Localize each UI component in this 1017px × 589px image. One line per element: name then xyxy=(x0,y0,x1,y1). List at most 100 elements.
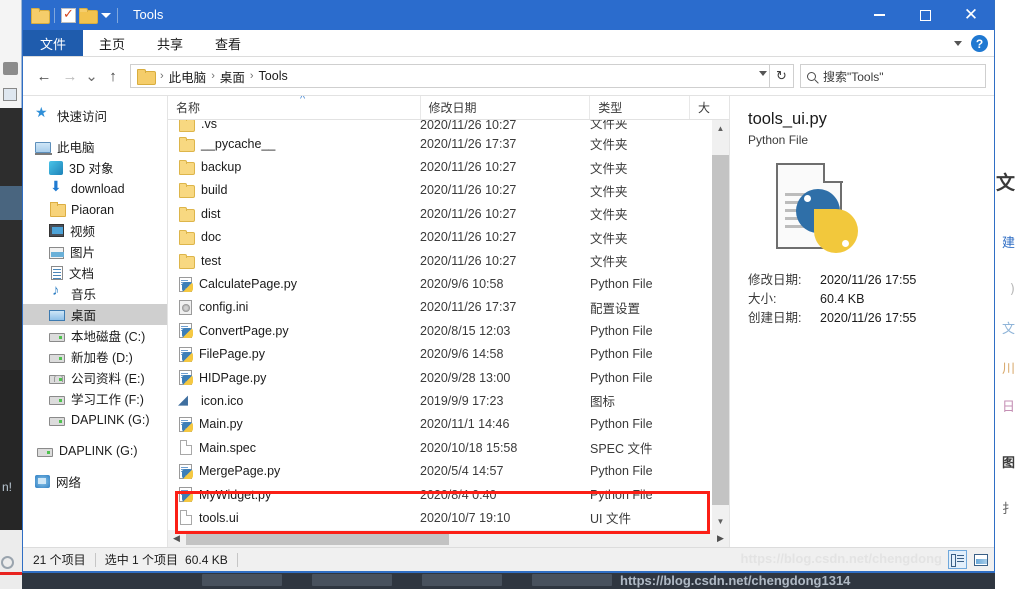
sidebar-item-volume-e[interactable]: 公司资料 (E:) xyxy=(23,367,167,388)
table-row[interactable]: CalculatePage.py 2020/9/6 10:58 Python F… xyxy=(168,272,712,295)
taskbar-item[interactable] xyxy=(532,574,612,586)
sidebar-item-pictures[interactable]: 图片 xyxy=(23,241,167,262)
file-name-cell: config.ini xyxy=(168,299,420,315)
file-name-cell: doc xyxy=(168,229,420,246)
details-label: 大小: xyxy=(748,292,777,306)
details-row-size: 大小: 60.4 KB xyxy=(748,290,994,309)
file-name: dist xyxy=(201,206,221,221)
sidebar-item-volume-d[interactable]: 新加卷 (D:) xyxy=(23,346,167,367)
scroll-up-button[interactable]: ▲ xyxy=(712,120,729,137)
file-name-cell: dist xyxy=(168,206,420,222)
table-row[interactable]: Main.spec 2020/10/18 15:58 SPEC 文件 xyxy=(168,436,712,459)
sidebar-item-label: DAPLINK (G:) xyxy=(71,412,150,427)
file-date-cell: 2020/11/26 10:27 xyxy=(420,230,517,245)
new-folder-icon[interactable] xyxy=(79,8,98,24)
file-type-cell: 图标 xyxy=(590,395,616,410)
table-row[interactable]: dist 2020/11/26 10:27 文件夹 xyxy=(168,202,712,225)
folder-icon[interactable] xyxy=(31,8,50,24)
vertical-scrollbar[interactable]: ▲ ▼ xyxy=(712,120,729,530)
chevron-down-icon[interactable] xyxy=(759,71,767,76)
address-bar[interactable]: › 此电脑 › 桌面 › Tools ↻ xyxy=(130,64,794,88)
table-row[interactable]: .vs 2020/11/26 10:27 文件夹 xyxy=(168,120,712,132)
table-row[interactable]: ConvertPage.py 2020/8/15 12:03 Python Fi… xyxy=(168,319,712,342)
breadcrumb-desktop[interactable]: 桌面 xyxy=(217,67,248,86)
search-box[interactable]: 搜索"Tools" xyxy=(800,64,986,88)
chevron-down-icon[interactable] xyxy=(954,41,962,46)
help-icon[interactable]: ? xyxy=(971,35,988,52)
horizontal-scrollbar[interactable]: ◀ ▶ xyxy=(168,530,729,547)
tab-view[interactable]: 查看 xyxy=(199,30,257,56)
table-row[interactable]: backup 2020/11/26 10:27 文件夹 xyxy=(168,155,712,178)
column-header-date-modified[interactable]: 修改日期 xyxy=(419,96,590,119)
forward-button[interactable]: → xyxy=(57,63,83,89)
sidebar-item-this-pc[interactable]: 此电脑 xyxy=(23,136,167,157)
table-row[interactable]: build 2020/11/26 10:27 文件夹 xyxy=(168,179,712,202)
file-name: CalculatePage.py xyxy=(199,277,297,292)
python-logo-yellow xyxy=(814,209,858,253)
table-row[interactable]: MyWidget.py 2020/8/4 0:40 Python File xyxy=(168,483,712,506)
column-label: 大 xyxy=(698,101,711,115)
sidebar-item-3d-objects[interactable]: 3D 对象 xyxy=(23,157,167,178)
column-header-size[interactable]: 大 xyxy=(689,96,729,119)
sidebar-item-local-disk-c[interactable]: 本地磁盘 (C:) xyxy=(23,325,167,346)
up-button[interactable]: ↑ xyxy=(100,63,126,89)
breadcrumb-tools[interactable]: Tools xyxy=(256,69,291,83)
tab-home[interactable]: 主页 xyxy=(83,30,141,56)
breadcrumb-this-pc[interactable]: 此电脑 xyxy=(166,67,210,86)
properties-icon[interactable] xyxy=(61,6,76,23)
sidebar-item-download[interactable]: download xyxy=(23,178,167,199)
sidebar-item-network[interactable]: 网络 xyxy=(23,471,167,492)
table-row[interactable]: config.ini 2020/11/26 17:37 配置设置 xyxy=(168,296,712,319)
sidebar-item-documents[interactable]: 文档 xyxy=(23,262,167,283)
table-row[interactable]: __pycache__ 2020/11/26 17:37 文件夹 xyxy=(168,132,712,155)
column-header-name[interactable]: 名称 ^ xyxy=(168,96,420,119)
file-type-cell: Python File xyxy=(590,417,653,432)
large-icons-view-button[interactable] xyxy=(971,550,990,569)
scroll-left-button[interactable]: ◀ xyxy=(168,533,185,544)
sidebar-item-videos[interactable]: 视频 xyxy=(23,220,167,241)
file-name: test xyxy=(201,253,222,268)
sidebar-item-desktop[interactable]: 桌面 xyxy=(23,304,167,325)
table-row[interactable]: Main.py 2020/11/1 14:46 Python File xyxy=(168,413,712,436)
table-row[interactable]: MergePage.py 2020/5/4 14:57 Python File xyxy=(168,459,712,482)
scrollbar-thumb[interactable] xyxy=(186,532,449,545)
sidebar-item-piaoran[interactable]: Piaoran xyxy=(23,199,167,220)
sidebar-item-volume-f[interactable]: 学习工作 (F:) xyxy=(23,388,167,409)
table-row[interactable]: icon.ico 2019/9/9 17:23 图标 xyxy=(168,389,712,412)
tab-file[interactable]: 文件 xyxy=(23,30,84,56)
sidebar-item-music[interactable]: 音乐 xyxy=(23,282,167,304)
file-name-cell: Main.spec xyxy=(168,440,420,456)
taskbar-item[interactable] xyxy=(202,574,282,586)
chevron-down-icon[interactable] xyxy=(101,12,111,18)
table-row[interactable]: test 2020/11/26 10:27 文件夹 xyxy=(168,249,712,272)
sidebar-item-daplink-g[interactable]: DAPLINK (G:) xyxy=(23,440,167,461)
close-button[interactable]: ✕ xyxy=(948,0,994,30)
file-rows: .vs 2020/11/26 10:27 文件夹 __pycache__ 202… xyxy=(168,120,712,530)
navigation-pane: 快速访问 此电脑 3D 对象 download Piaoran xyxy=(23,96,168,547)
refresh-icon[interactable]: ↻ xyxy=(769,64,793,88)
background-right-glyph-8: 扌 xyxy=(1001,502,1015,517)
recent-locations-button[interactable]: ⌄ xyxy=(83,63,100,89)
column-header-type[interactable]: 类型 xyxy=(589,96,689,119)
details-view-button[interactable] xyxy=(948,550,967,569)
maximize-icon xyxy=(919,9,931,21)
python-file-icon xyxy=(179,323,193,339)
table-row[interactable]: FilePage.py 2020/9/6 14:58 Python File xyxy=(168,343,712,366)
table-row[interactable]: HIDPage.py 2020/9/28 13:00 Python File xyxy=(168,366,712,389)
maximize-button[interactable] xyxy=(902,0,948,30)
close-icon: ✕ xyxy=(963,4,979,25)
back-button[interactable]: ← xyxy=(31,63,57,89)
minimize-button[interactable] xyxy=(856,0,902,30)
file-name: __pycache__ xyxy=(201,136,276,151)
taskbar-item[interactable] xyxy=(312,574,392,586)
taskbar-item[interactable] xyxy=(422,574,502,586)
tab-share[interactable]: 共享 xyxy=(141,30,199,56)
scrollbar-thumb[interactable] xyxy=(712,155,729,505)
scroll-down-button[interactable]: ▼ xyxy=(712,513,729,530)
sidebar-item-quick-access[interactable]: 快速访问 xyxy=(23,104,167,126)
sidebar-item-daplink-g-child[interactable]: DAPLINK (G:) xyxy=(23,409,167,430)
details-label: 创建日期: xyxy=(748,311,802,325)
table-row[interactable]: doc 2020/11/26 10:27 文件夹 xyxy=(168,226,712,249)
scroll-right-button[interactable]: ▶ xyxy=(712,533,729,544)
table-row[interactable]: tools.ui 2020/10/7 19:10 UI 文件 xyxy=(168,506,712,529)
